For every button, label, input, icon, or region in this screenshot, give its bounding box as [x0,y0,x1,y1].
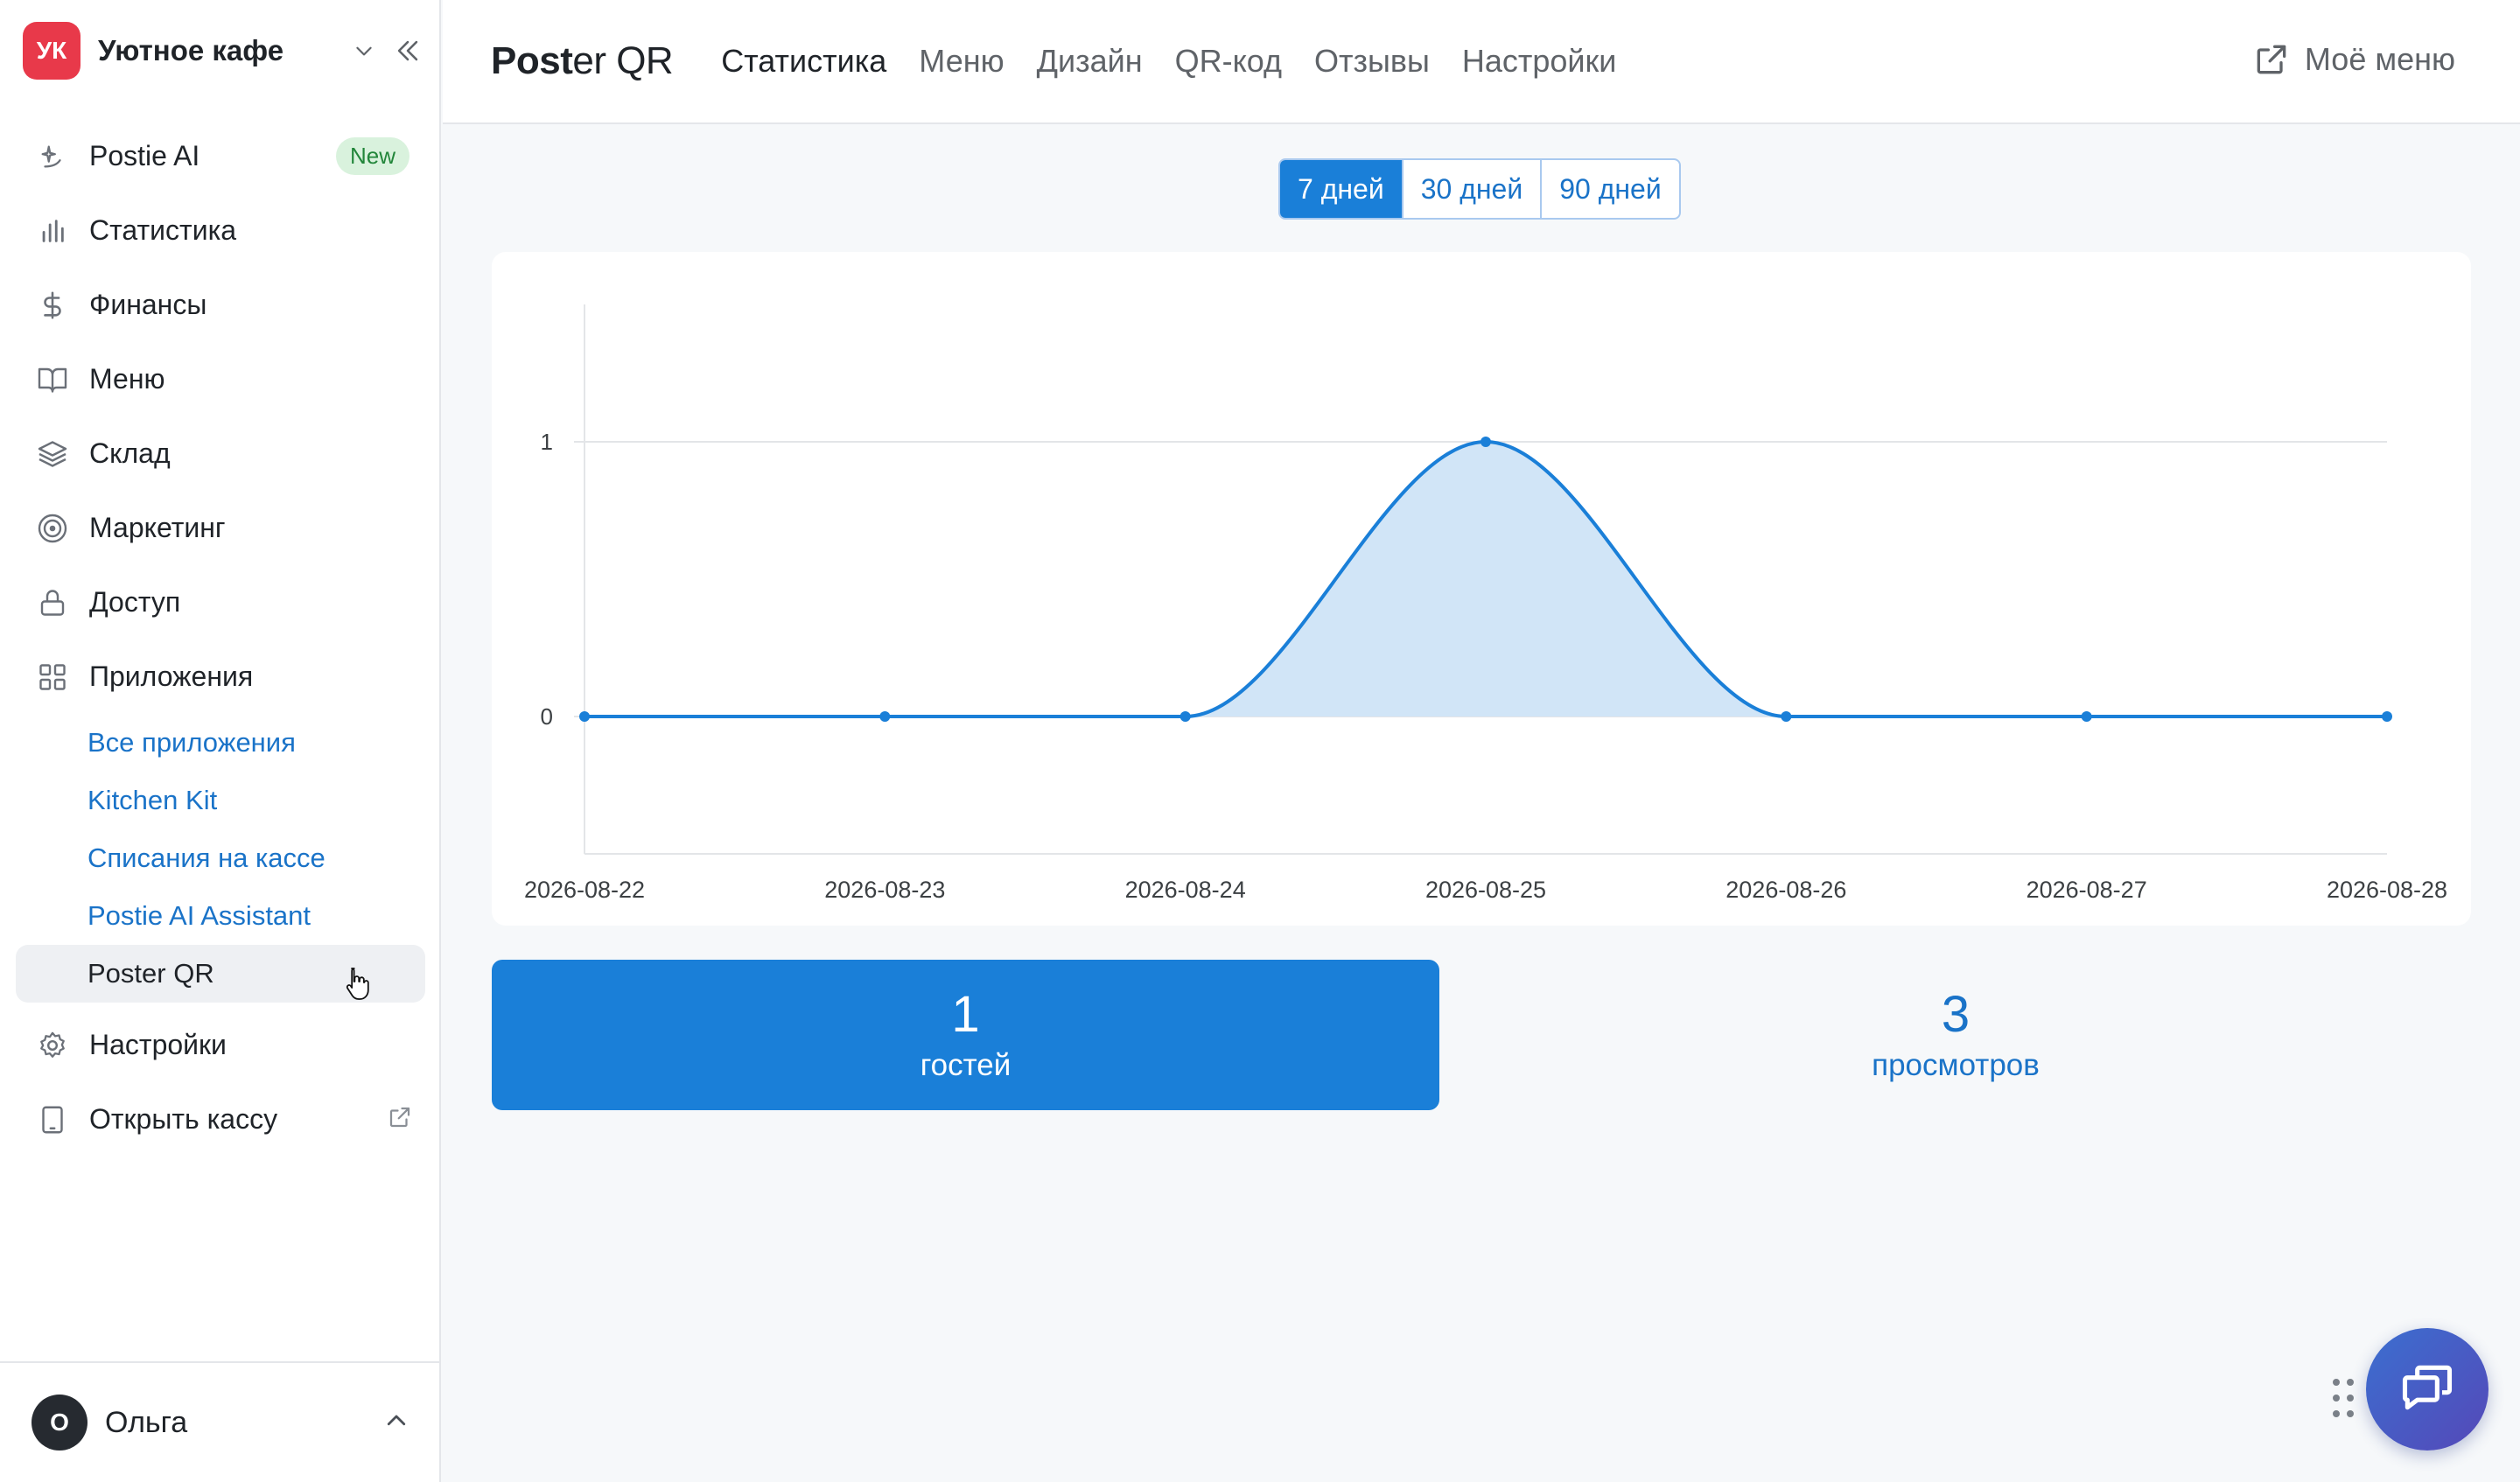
header-tabs: Статистика Меню Дизайн QR-код Отзывы Нас… [721,43,1648,80]
sidebar-item-marketing[interactable]: Маркетинг [16,491,425,565]
x-tick-label: 2026-08-25 [1425,877,1546,903]
sidebar-item-label: Настройки [89,1029,227,1060]
sidebar-item-statistics[interactable]: Статистика [16,193,425,268]
sidebar-app-poster-qr[interactable]: Poster QR [16,945,425,1003]
sidebar-item-label: Меню [89,363,165,395]
sidebar-item-label: Открыть кассу [89,1103,278,1135]
lock-icon [35,585,70,620]
x-tick-label: 2026-08-26 [1726,877,1846,903]
app-logo: Poster QR [491,39,674,82]
hand-cursor-icon [346,968,369,1000]
chevron-up-icon[interactable] [383,1408,410,1438]
stat-guests[interactable]: 1 гостей [492,960,1439,1110]
x-tick-label: 2026-08-22 [524,877,645,903]
data-point [1480,437,1491,447]
tab-design[interactable]: Дизайн [1037,43,1143,80]
sidebar-app-postie-ai-assistant[interactable]: Postie AI Assistant [16,887,425,945]
bar-chart-icon [35,213,70,248]
stat-guests-value: 1 [951,986,980,1044]
x-tick-label: 2026-08-28 [2327,877,2447,903]
gear-icon [35,1028,70,1063]
data-point [2081,711,2092,722]
book-icon [35,362,70,397]
sidebar: УК Уютное кафе Postie AI New Статистика [0,0,441,1482]
venue-name: Уютное кафе [98,34,284,66]
tablet-icon [35,1102,70,1137]
sidebar-nav: Postie AI New Статистика Финансы Меню Ск… [16,119,425,1157]
period-90-days[interactable]: 90 дней [1542,160,1679,218]
external-link-icon [2252,40,2291,79]
sidebar-item-label: Финансы [89,289,207,320]
stat-views[interactable]: 3 просмотров [1479,960,2432,1110]
sidebar-item-finance[interactable]: Финансы [16,268,425,342]
chart-card: 1 0 2026-08-22 2026-08-23 2026-08-24 2026-08-… [492,252,2471,926]
venue-avatar: УК [23,22,80,80]
period-selector: 7 дней 30 дней 90 дней [1278,158,1681,220]
tab-statistics[interactable]: Статистика [721,43,886,80]
y-tick-label: 1 [541,429,553,455]
sidebar-item-label: Склад [89,437,171,469]
sidebar-item-label: Доступ [89,586,181,618]
y-tick-label: 0 [541,703,553,730]
user-menu[interactable]: О Ольга [0,1361,441,1482]
period-30-days[interactable]: 30 дней [1404,160,1543,218]
sidebar-item-label: Приложения [89,661,254,692]
user-name: Ольга [105,1405,188,1439]
data-point [579,711,590,722]
sidebar-item-apps[interactable]: Приложения [16,640,425,714]
period-7-days[interactable]: 7 дней [1280,160,1404,218]
data-point [2382,711,2392,722]
my-menu-label: Моё меню [2304,41,2455,77]
sidebar-app-write-offs[interactable]: Списания на кассе [16,829,425,887]
dollar-icon [35,288,70,323]
stat-guests-label: гостей [920,1047,1012,1082]
stat-views-value: 3 [1941,986,1970,1044]
venue-switcher[interactable]: УК Уютное кафе [23,22,425,80]
external-link-icon [387,1104,413,1135]
sidebar-item-warehouse[interactable]: Склад [16,416,425,491]
tab-settings[interactable]: Настройки [1462,43,1617,80]
data-point [1180,711,1191,722]
collapse-sidebar-icon[interactable] [390,33,425,68]
sidebar-app-all[interactable]: Все приложения [16,714,425,772]
sidebar-app-kitchen-kit[interactable]: Kitchen Kit [16,772,425,829]
chevron-down-icon[interactable] [346,33,382,68]
x-tick-label: 2026-08-27 [2026,877,2147,903]
data-point [879,711,891,722]
sidebar-item-label: Postie AI [89,140,200,171]
sidebar-item-postie-ai[interactable]: Postie AI New [16,119,425,193]
sidebar-item-label: Статистика [89,214,237,246]
ai-sparkle-icon [35,139,70,174]
sidebar-item-menu[interactable]: Меню [16,342,425,416]
guests-chart: 1 0 2026-08-22 2026-08-23 2026-08-24 2026-08-… [524,304,2447,903]
apps-grid-icon [35,660,70,695]
tab-menu[interactable]: Меню [919,43,1004,80]
tab-qr-code[interactable]: QR-код [1175,43,1282,80]
tab-reviews[interactable]: Отзывы [1314,43,1430,80]
stat-views-label: просмотров [1872,1047,2040,1082]
avatar: О [32,1395,88,1451]
data-point [1781,711,1792,722]
chat-icon [2398,1358,2457,1422]
sidebar-item-label: Маркетинг [89,512,226,543]
drag-handle-icon[interactable] [2331,1377,2356,1423]
series-area [584,442,2387,717]
layers-icon [35,437,70,472]
support-chat-button[interactable] [2366,1328,2488,1451]
target-icon [35,511,70,546]
app-header: Poster QR Статистика Меню Дизайн QR-код … [443,0,2520,124]
sidebar-item-open-register[interactable]: Открыть кассу [16,1082,425,1157]
x-tick-label: 2026-08-24 [1125,877,1246,903]
sidebar-item-settings[interactable]: Настройки [16,1008,425,1082]
sidebar-item-access[interactable]: Доступ [16,565,425,640]
x-tick-label: 2026-08-23 [824,877,945,903]
sidebar-app-label: Poster QR [88,958,214,989]
my-menu-link[interactable]: Моё меню [2252,40,2455,79]
new-badge: New [335,137,410,175]
